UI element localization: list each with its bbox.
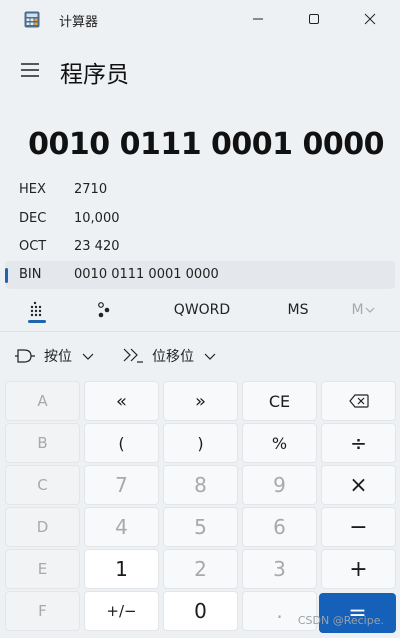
key-d[interactable]: D: [5, 507, 80, 547]
key-multiply[interactable]: ×: [321, 465, 396, 505]
radix-value: 23 420: [74, 239, 120, 254]
key-b[interactable]: B: [5, 423, 80, 463]
backspace-icon: [348, 394, 369, 408]
radix-value: 10,000: [74, 211, 120, 226]
calculator-app-icon: [24, 11, 40, 28]
key-f[interactable]: F: [5, 591, 80, 631]
chevron-down-icon: [365, 307, 374, 313]
bitshift-label: 位移位: [152, 349, 194, 365]
key-1[interactable]: 1: [84, 549, 159, 589]
key-divide[interactable]: ÷: [321, 423, 396, 463]
radix-row-dec[interactable]: DEC 10,000: [5, 205, 395, 233]
radix-label: OCT: [19, 239, 47, 254]
key-backspace[interactable]: [321, 381, 396, 421]
keypad-icon: [30, 301, 42, 317]
radix-row-oct[interactable]: OCT 23 420: [5, 233, 395, 261]
key-c[interactable]: C: [5, 465, 80, 505]
chevron-down-icon: [82, 353, 94, 360]
radix-label: DEC: [19, 211, 47, 226]
minimize-icon: [253, 18, 263, 20]
watermark: CSDN @Recipe.: [297, 614, 384, 627]
minimize-button[interactable]: [234, 0, 282, 38]
result-display: 0010 0111 0001 0000: [28, 127, 384, 162]
key-6[interactable]: 6: [242, 507, 317, 547]
key-2[interactable]: 2: [163, 549, 238, 589]
close-button[interactable]: [346, 0, 394, 38]
key-4[interactable]: 4: [84, 507, 159, 547]
key-subtract[interactable]: −: [321, 507, 396, 547]
chevron-down-icon: [204, 353, 216, 360]
selected-indicator: [5, 268, 8, 283]
radix-row-hex[interactable]: HEX 2710: [5, 176, 395, 204]
maximize-icon: [309, 14, 319, 24]
radix-label: BIN: [19, 267, 42, 282]
bitwise-dropdown[interactable]: 按位: [14, 342, 94, 370]
close-icon: [364, 13, 376, 25]
key-3[interactable]: 3: [242, 549, 317, 589]
key-0[interactable]: 0: [163, 591, 238, 631]
key-e[interactable]: E: [5, 549, 80, 589]
bit-toggle-icon: [98, 302, 110, 318]
key-right-shift[interactable]: »: [163, 381, 238, 421]
key-clear-entry[interactable]: CE: [242, 381, 317, 421]
mode-title: 程序员: [60, 62, 129, 88]
key-left-shift[interactable]: «: [84, 381, 159, 421]
memory-list-button[interactable]: M: [346, 294, 380, 326]
key-negate[interactable]: +/−: [84, 591, 159, 631]
hamburger-icon: [21, 63, 39, 77]
key-open-paren[interactable]: (: [84, 423, 159, 463]
radix-value: 0010 0111 0001 0000: [74, 267, 219, 282]
radix-value: 2710: [74, 182, 108, 197]
active-tab-indicator: [28, 320, 46, 323]
key-9[interactable]: 9: [242, 465, 317, 505]
memory-store-button[interactable]: MS: [278, 294, 318, 326]
key-8[interactable]: 8: [163, 465, 238, 505]
radix-row-bin[interactable]: BIN 0010 0111 0001 0000: [5, 261, 395, 289]
key-7[interactable]: 7: [84, 465, 159, 505]
memory-list-label: M: [351, 302, 364, 318]
key-close-paren[interactable]: ): [163, 423, 238, 463]
bitshift-dropdown[interactable]: 位移位: [122, 342, 216, 370]
tab-bit-toggle-keypad[interactable]: [84, 294, 124, 326]
key-add[interactable]: +: [321, 549, 396, 589]
divider: [0, 331, 400, 332]
logic-gate-icon: [15, 349, 35, 363]
bitshift-icon: [123, 348, 143, 363]
navigation-menu-button[interactable]: [18, 58, 42, 82]
key-5[interactable]: 5: [163, 507, 238, 547]
window-title: 计算器: [59, 15, 99, 30]
key-equals[interactable]: =: [319, 593, 396, 633]
word-size-button[interactable]: QWORD: [166, 294, 238, 326]
title-bar: 计算器: [0, 0, 400, 38]
maximize-button[interactable]: [290, 0, 338, 38]
radix-label: HEX: [19, 182, 46, 197]
key-a[interactable]: A: [5, 381, 80, 421]
key-percent[interactable]: %: [242, 423, 317, 463]
bitwise-label: 按位: [44, 349, 72, 365]
